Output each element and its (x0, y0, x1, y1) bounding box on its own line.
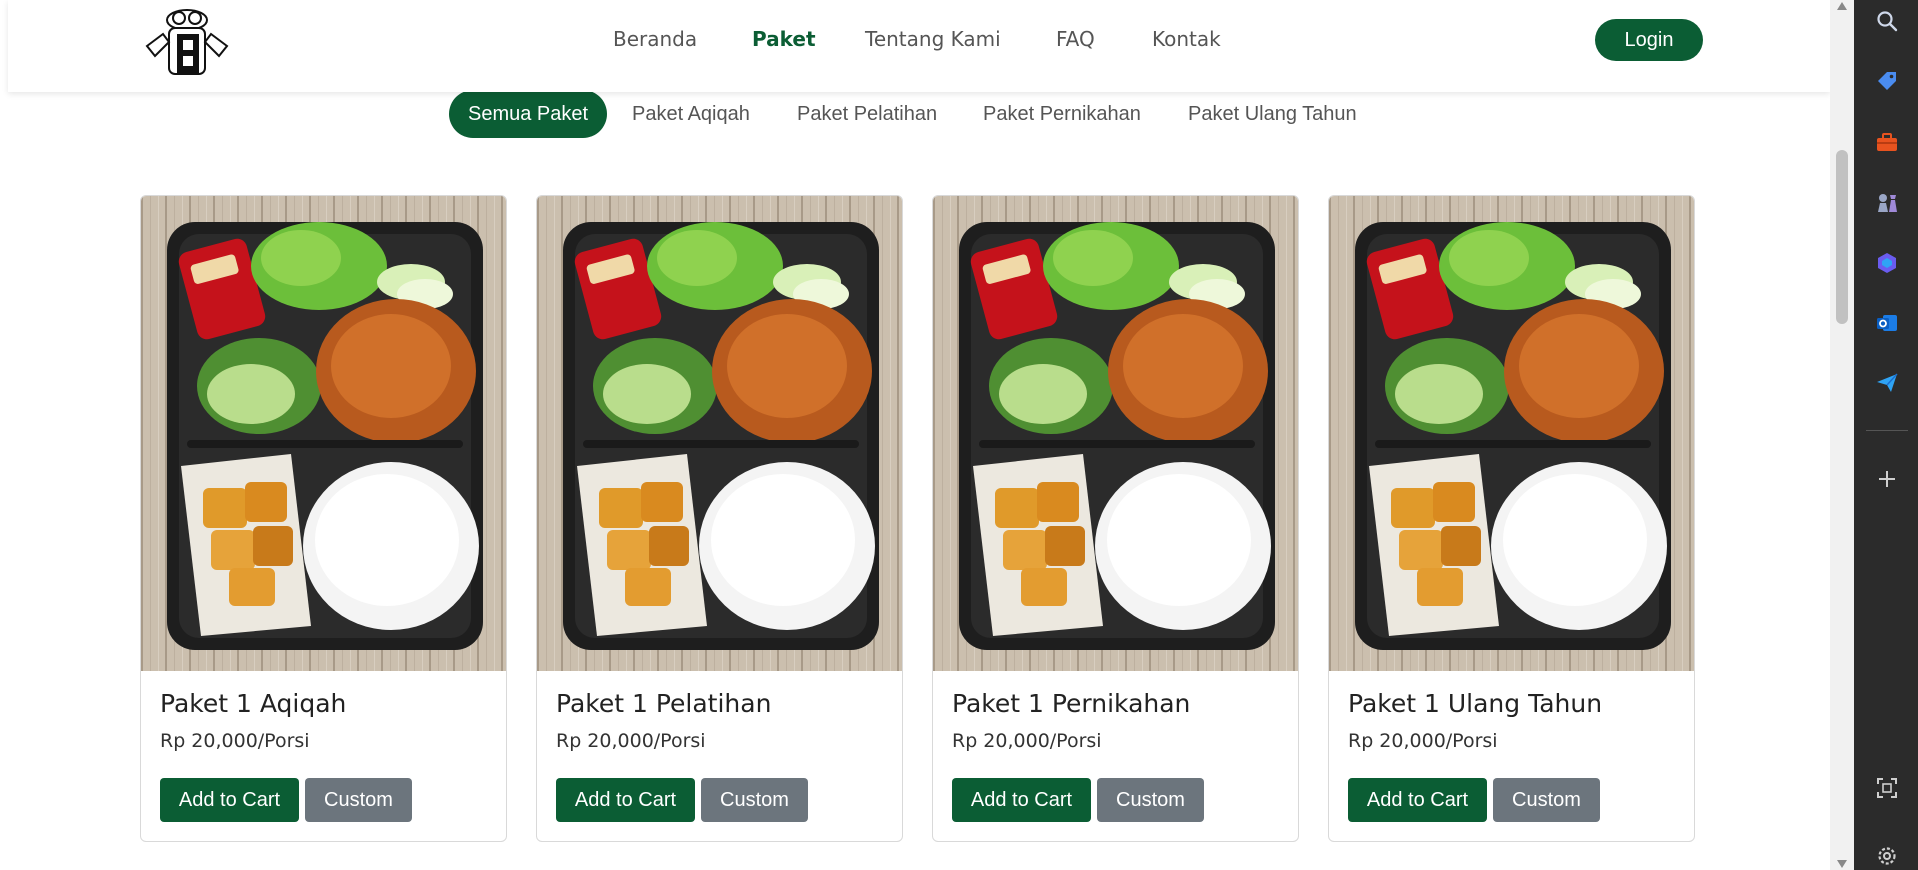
scroll-thumb[interactable] (1836, 150, 1848, 324)
package-card: Paket 1 Ulang Tahun Rp 20,000/Porsi Add … (1328, 195, 1695, 842)
nav-beranda[interactable]: Beranda (613, 27, 697, 51)
copilot-icon[interactable] (1874, 250, 1900, 276)
add-to-cart-button[interactable]: Add to Cart (952, 778, 1091, 822)
package-title: Paket 1 Ulang Tahun (1348, 689, 1603, 718)
filter-paket-aqiqah[interactable]: Paket Aqiqah (632, 90, 750, 138)
nav-paket[interactable]: Paket (752, 27, 816, 51)
page-scrollbar[interactable] (1830, 0, 1854, 870)
page: Beranda Paket Tentang Kami FAQ Kontak Lo… (0, 0, 1830, 870)
package-filter-tabs: Semua Paket Paket Aqiqah Paket Pelatihan… (0, 90, 1830, 140)
search-icon[interactable] (1874, 8, 1900, 34)
screenshot-icon[interactable] (1874, 775, 1900, 801)
package-image (933, 196, 1298, 671)
nav-tentang-kami[interactable]: Tentang Kami (865, 27, 1001, 51)
briefcase-icon[interactable] (1874, 130, 1900, 156)
nav-faq[interactable]: FAQ (1056, 27, 1095, 51)
site-header: Beranda Paket Tentang Kami FAQ Kontak Lo… (8, 0, 1830, 92)
filter-semua-paket[interactable]: Semua Paket (449, 90, 608, 138)
outlook-icon[interactable] (1874, 310, 1900, 336)
package-price: Rp 20,000/Porsi (160, 730, 310, 752)
add-to-cart-button[interactable]: Add to Cart (556, 778, 695, 822)
add-to-cart-button[interactable]: Add to Cart (160, 778, 299, 822)
send-icon[interactable] (1874, 370, 1900, 396)
package-image (141, 196, 506, 671)
main-nav: Beranda Paket Tentang Kami FAQ Kontak (8, 0, 1830, 78)
package-price: Rp 20,000/Porsi (952, 730, 1102, 752)
custom-button[interactable]: Custom (1097, 778, 1204, 822)
package-card: Paket 1 Aqiqah Rp 20,000/Porsi Add to Ca… (140, 195, 507, 842)
filter-paket-pernikahan[interactable]: Paket Pernikahan (983, 90, 1141, 138)
chess-icon[interactable] (1874, 190, 1900, 216)
package-image (1329, 196, 1694, 671)
package-price: Rp 20,000/Porsi (1348, 730, 1498, 752)
add-icon[interactable] (1874, 466, 1900, 492)
scroll-down-arrow-icon[interactable] (1835, 858, 1849, 870)
custom-button[interactable]: Custom (305, 778, 412, 822)
login-button[interactable]: Login (1595, 19, 1703, 61)
package-title: Paket 1 Pelatihan (556, 689, 772, 718)
package-price: Rp 20,000/Porsi (556, 730, 706, 752)
package-card: Paket 1 Pelatihan Rp 20,000/Porsi Add to… (536, 195, 903, 842)
add-to-cart-button[interactable]: Add to Cart (1348, 778, 1487, 822)
tag-icon[interactable] (1874, 68, 1900, 94)
package-card: Paket 1 Pernikahan Rp 20,000/Porsi Add t… (932, 195, 1299, 842)
browser-sidebar (1854, 0, 1918, 870)
package-title: Paket 1 Aqiqah (160, 689, 347, 718)
nav-kontak[interactable]: Kontak (1152, 27, 1221, 51)
sidebar-divider (1866, 430, 1908, 431)
filter-paket-pelatihan[interactable]: Paket Pelatihan (797, 90, 937, 138)
package-title: Paket 1 Pernikahan (952, 689, 1191, 718)
package-image (537, 196, 902, 671)
scroll-up-arrow-icon[interactable] (1835, 0, 1849, 12)
settings-icon[interactable] (1874, 843, 1900, 869)
filter-paket-ulang-tahun[interactable]: Paket Ulang Tahun (1188, 90, 1357, 138)
custom-button[interactable]: Custom (1493, 778, 1600, 822)
custom-button[interactable]: Custom (701, 778, 808, 822)
